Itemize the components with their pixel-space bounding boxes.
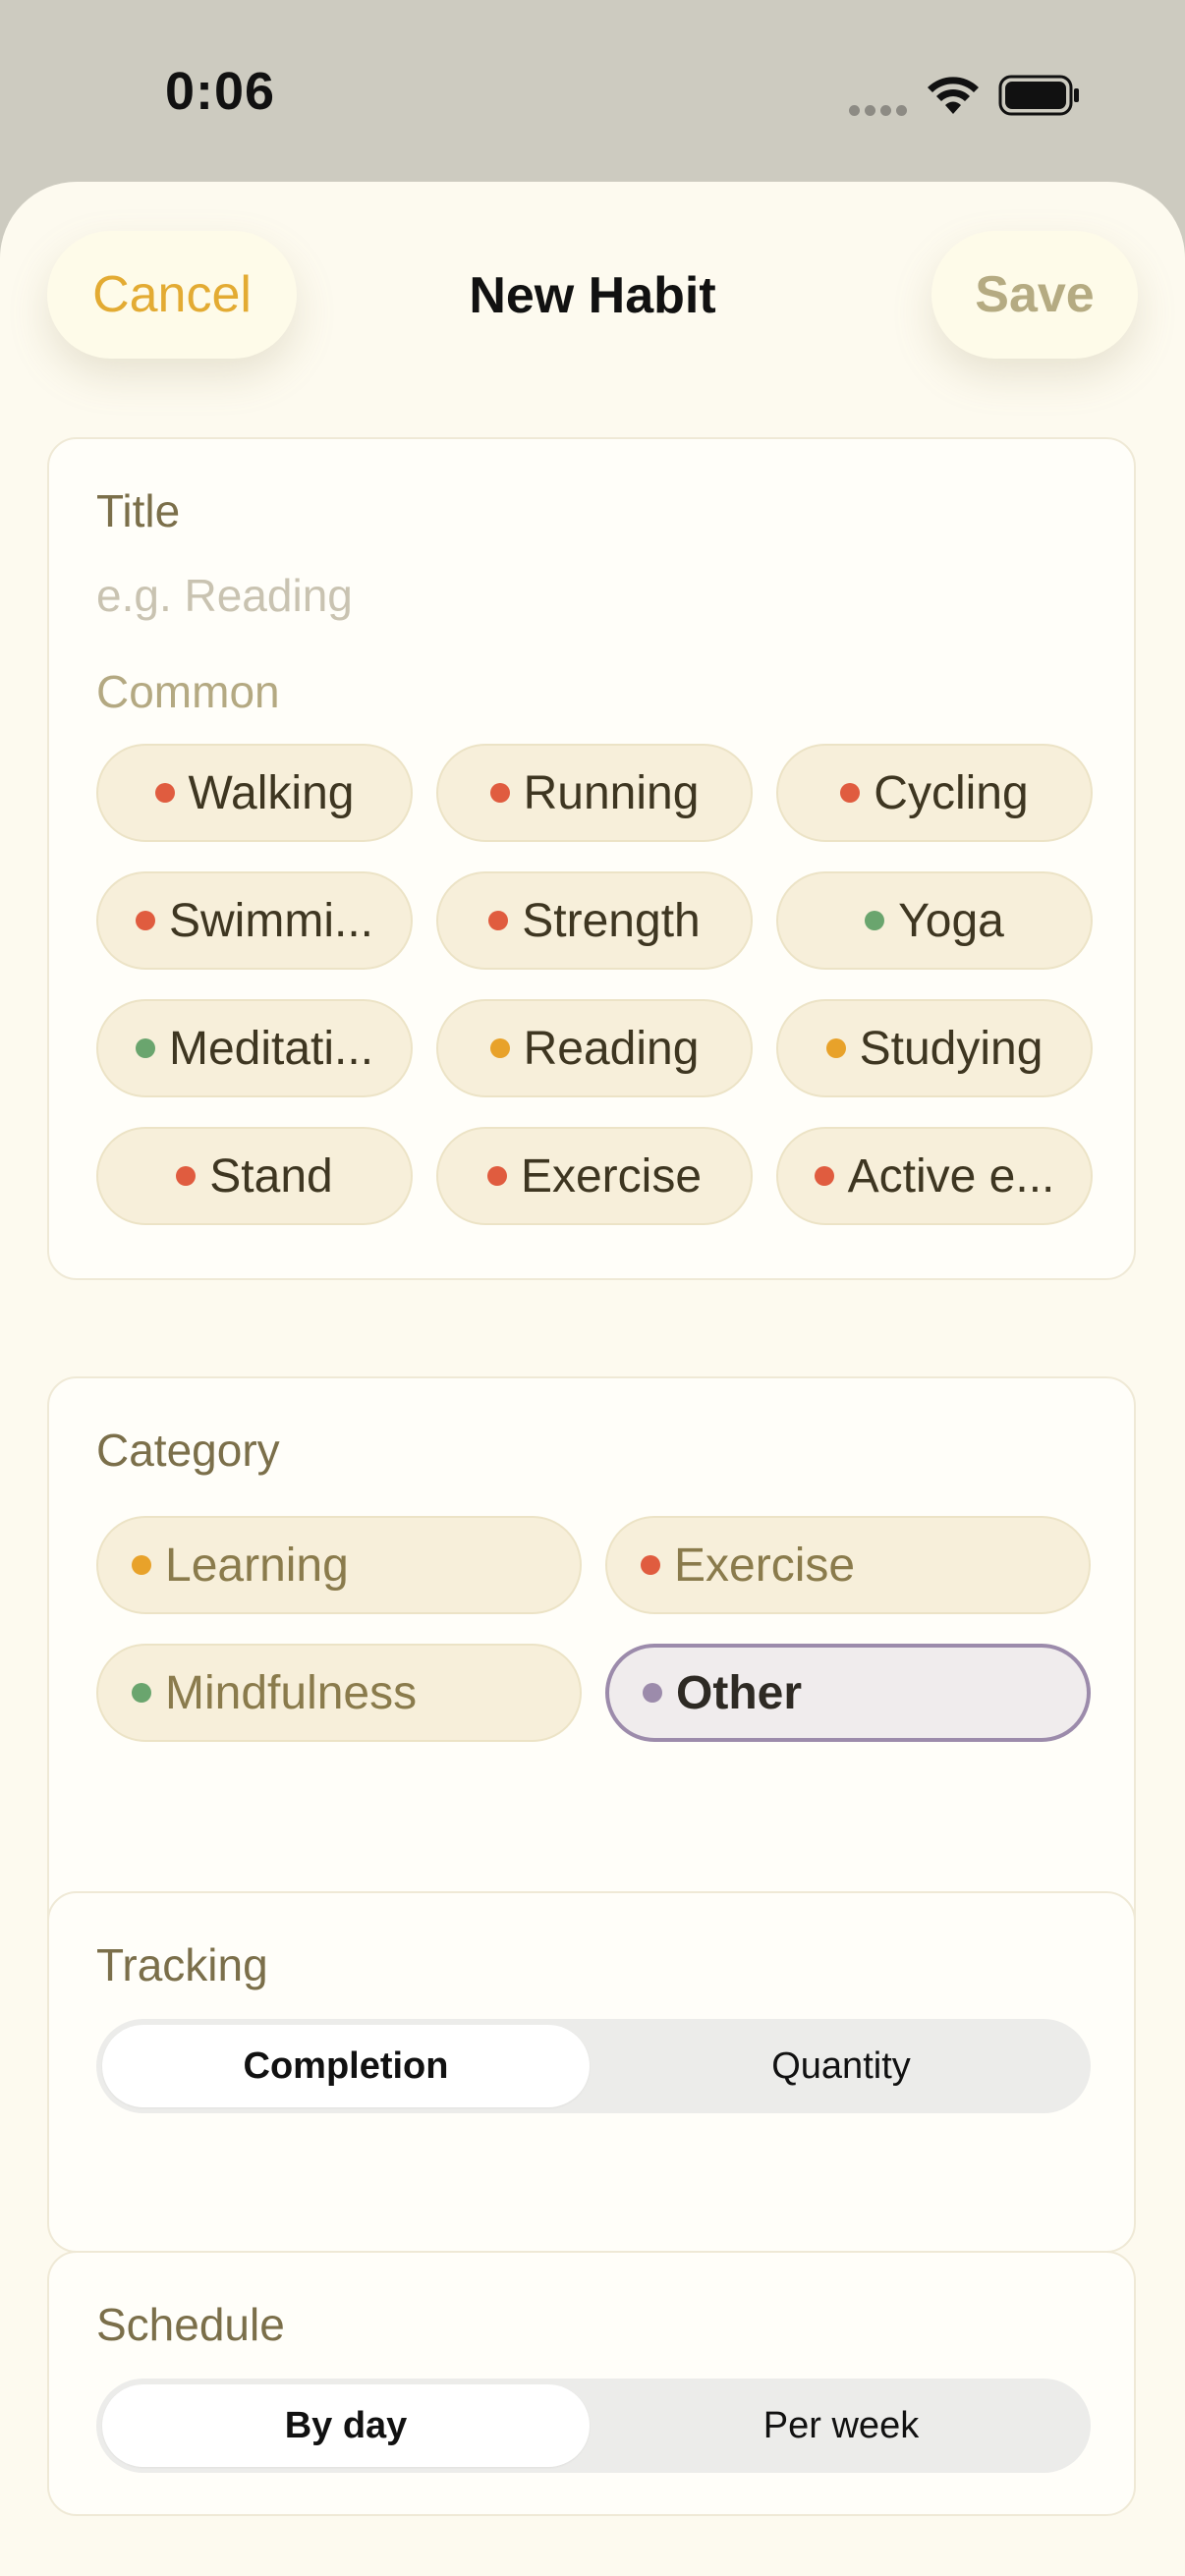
wifi-icon [926, 75, 981, 121]
cellular-signal-icon [849, 103, 912, 121]
schedule-option-by-day[interactable]: By day [102, 2384, 590, 2467]
common-chip-walking[interactable]: Walking [96, 744, 413, 842]
status-time: 0:06 [165, 62, 276, 121]
tracking-option-quantity[interactable]: Quantity [597, 2025, 1085, 2107]
common-chip-yoga[interactable]: Yoga [776, 871, 1093, 970]
chip-dot [489, 783, 510, 803]
chip-dot [865, 911, 885, 930]
common-chip-swimming[interactable]: Swimmi... [96, 871, 413, 970]
chip-dot [154, 783, 175, 803]
tracking-label: Tracking [96, 1939, 268, 1990]
chip-dot [488, 911, 509, 930]
chip-dot [136, 911, 155, 930]
schedule-option-per-week[interactable]: Per week [597, 2384, 1085, 2467]
battery-icon [998, 75, 1081, 121]
status-bar: 0:06 [0, 0, 1185, 187]
title-card: Title e.g. Reading Common Walking Runnin… [47, 437, 1136, 1280]
title-label: Title [96, 485, 181, 536]
common-chip-running[interactable]: Running [436, 744, 753, 842]
new-habit-sheet: Cancel New Habit Save Title e.g. Reading… [0, 182, 1185, 2576]
chip-dot [176, 1166, 197, 1186]
category-card: Category Learning Exercise Mindfulness O… [47, 1376, 1136, 1978]
chip-dot [489, 1038, 510, 1058]
category-chip-learning[interactable]: Learning [96, 1516, 582, 1614]
common-chip-meditation[interactable]: Meditati... [96, 999, 413, 1097]
chip-dot [132, 1683, 151, 1703]
common-chip-cycling[interactable]: Cycling [776, 744, 1093, 842]
chip-dot [132, 1555, 151, 1575]
save-button[interactable]: Save [931, 231, 1138, 359]
category-chip-other[interactable]: Other [605, 1644, 1091, 1742]
chip-dot [814, 1166, 834, 1186]
tracking-segmented-control: Completion Quantity [96, 2019, 1091, 2113]
chip-dot [641, 1555, 660, 1575]
chip-dot [135, 1038, 155, 1058]
common-chip-strength[interactable]: Strength [436, 871, 753, 970]
common-chip-studying[interactable]: Studying [776, 999, 1093, 1097]
tracking-option-completion[interactable]: Completion [102, 2025, 590, 2107]
title-input[interactable]: e.g. Reading [96, 569, 353, 622]
common-chip-stand[interactable]: Stand [96, 1127, 413, 1225]
category-chip-exercise[interactable]: Exercise [605, 1516, 1091, 1614]
common-chip-active-energy[interactable]: Active e... [776, 1127, 1093, 1225]
chip-dot [840, 783, 861, 803]
common-chip-exercise[interactable]: Exercise [436, 1127, 753, 1225]
common-chip-reading[interactable]: Reading [436, 999, 753, 1097]
chip-dot [825, 1038, 846, 1058]
category-label: Category [96, 1425, 280, 1476]
chip-dot [643, 1683, 662, 1703]
tracking-card: Tracking Completion Quantity [47, 1891, 1136, 2253]
schedule-label: Schedule [96, 2299, 285, 2350]
schedule-card: Schedule By day Per week [47, 2251, 1136, 2516]
schedule-segmented-control: By day Per week [96, 2379, 1091, 2473]
common-label: Common [96, 666, 280, 717]
category-chip-mindfulness[interactable]: Mindfulness [96, 1644, 582, 1742]
chip-dot [486, 1166, 507, 1186]
